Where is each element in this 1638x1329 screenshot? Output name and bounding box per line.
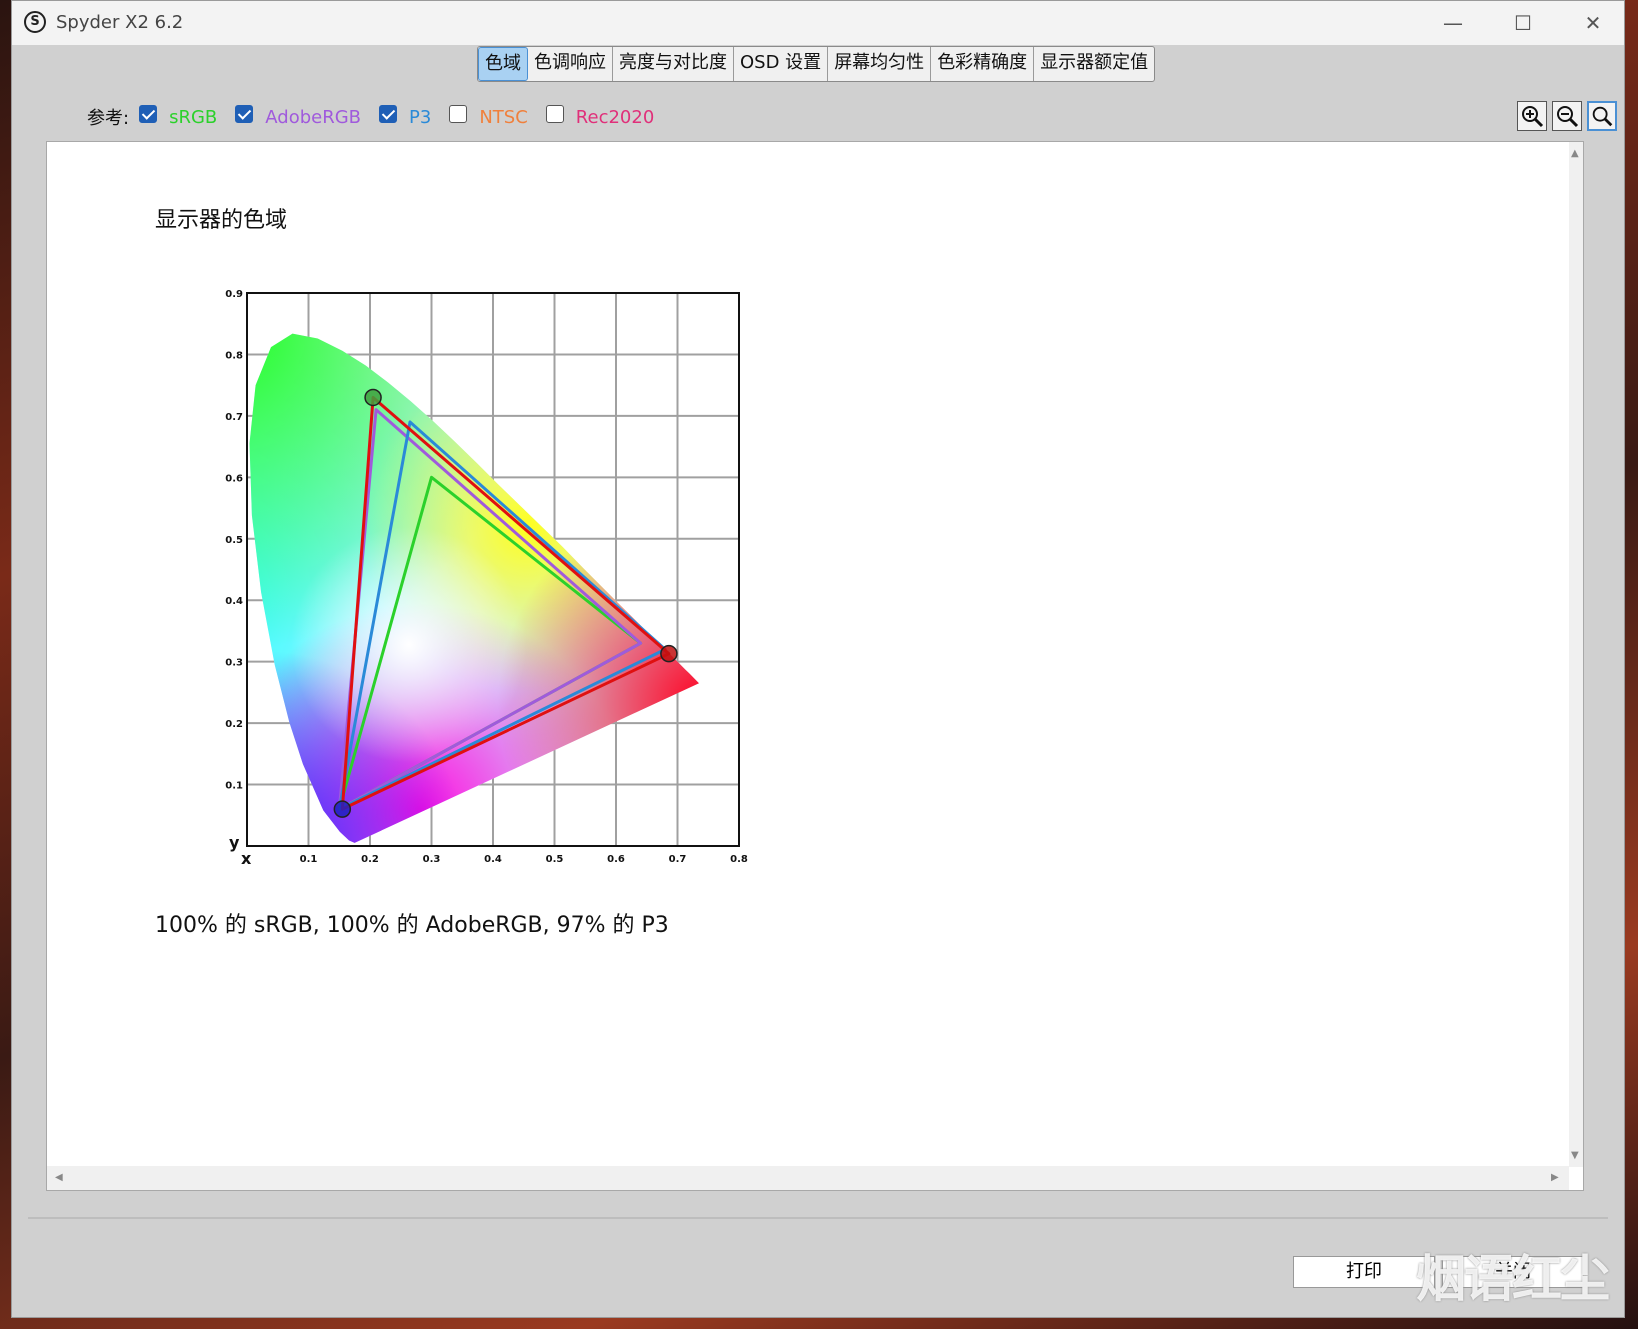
app-window: S Spyder X2 6.2 — ☐ ✕ 色域 色调响应 亮度与对比度 OSD… (11, 0, 1625, 1318)
content-pane: 显示器的色域 0.1 0.2 0.3 0.4 0.5 0.6 0.7 0.8 0… (46, 141, 1584, 1191)
window-title: Spyder X2 6.2 (56, 12, 184, 33)
x-tick-label: 0.6 (607, 854, 625, 865)
watermark-text: 烟语红尘 (1416, 1250, 1610, 1308)
scroll-down-icon[interactable]: ▼ (1571, 1150, 1579, 1161)
rec2020-checkbox[interactable] (545, 105, 564, 123)
app-logo-icon: S (24, 11, 46, 33)
tab-screen-uniformity[interactable]: 屏幕均匀性 (828, 47, 932, 81)
y-tick-label: 0.8 (225, 350, 243, 361)
ref-srgb[interactable]: sRGB (139, 105, 218, 128)
zoom-in-icon (1522, 106, 1544, 128)
ref-adobergb[interactable]: AdobeRGB (235, 105, 362, 128)
p3-checkbox[interactable] (379, 105, 398, 123)
tab-bar: 色域 色调响应 亮度与对比度 OSD 设置 屏幕均匀性 色彩精确度 显示器额定值 (477, 46, 1156, 82)
ref-rec2020[interactable]: Rec2020 (545, 105, 655, 128)
zoom-out-icon (1557, 106, 1579, 128)
scroll-right-icon[interactable]: ▶ (1551, 1172, 1559, 1183)
x-tick-label: 0.4 (484, 854, 502, 865)
y-tick-label: 0.6 (225, 473, 243, 484)
maximize-button[interactable]: ☐ (1500, 7, 1546, 39)
minimize-button[interactable]: — (1430, 7, 1476, 39)
zoom-in-button[interactable] (1517, 101, 1547, 131)
content-title: 显示器的色域 (155, 208, 288, 233)
y-tick-label: 0.7 (225, 412, 243, 423)
x-axis-label: x (241, 849, 252, 868)
primary-marker (660, 644, 678, 663)
y-tick-label: 0.5 (225, 535, 243, 546)
gamut-chart: 0.1 0.2 0.3 0.4 0.5 0.6 0.7 0.8 0.1 0.2 0.3 0.4 0.5 0… (225, 289, 748, 868)
horizontal-scrollbar[interactable]: ◀ ▶ (47, 1166, 1569, 1190)
ntsc-checkbox[interactable] (449, 105, 468, 123)
y-tick-label: 0.1 (225, 781, 243, 792)
x-tick-label: 0.1 (300, 854, 318, 865)
coverage-text: 100% 的 sRGB, 100% 的 AdobeRGB, 97% 的 P3 (155, 913, 669, 938)
ref-p3[interactable]: P3 (379, 105, 432, 128)
ntsc-label: NTSC (479, 106, 528, 128)
rec2020-label: Rec2020 (575, 106, 655, 128)
tab-display-rating[interactable]: 显示器额定值 (1034, 47, 1154, 81)
panel-divider (28, 1217, 1608, 1219)
tab-gamut[interactable]: 色域 (478, 47, 528, 81)
zoom-toolbar (1512, 101, 1617, 131)
p3-label: P3 (409, 106, 432, 128)
x-tick-label: 0.7 (669, 854, 687, 865)
reference-row: 参考: sRGB AdobeRGB P3 NTSC Rec2020 (87, 103, 672, 131)
y-tick-label: 0.9 (225, 289, 243, 300)
x-tick-label: 0.5 (546, 854, 564, 865)
tab-tone-response[interactable]: 色调响应 (528, 47, 613, 81)
scroll-up-icon[interactable]: ▲ (1571, 148, 1579, 159)
y-tick-label: 0.2 (225, 719, 243, 730)
y-tick-label: 0.3 (225, 658, 243, 669)
adobergb-label: AdobeRGB (265, 106, 362, 128)
x-tick-label: 0.3 (423, 854, 441, 865)
zoom-fit-icon (1592, 106, 1613, 127)
tab-color-accuracy[interactable]: 色彩精确度 (931, 47, 1035, 81)
x-tick-label: 0.2 (361, 854, 379, 865)
primary-marker (333, 800, 352, 818)
y-tick-label: 0.4 (225, 596, 243, 607)
zoom-out-button[interactable] (1552, 101, 1582, 131)
adobergb-checkbox[interactable] (235, 105, 254, 123)
x-tick-label: 0.8 (730, 854, 748, 865)
primary-marker (364, 388, 382, 407)
tab-osd-settings[interactable]: OSD 设置 (734, 47, 829, 81)
title-bar: S Spyder X2 6.2 — ☐ ✕ (12, 1, 1624, 45)
close-window-button[interactable]: ✕ (1570, 7, 1616, 39)
reference-label: 参考: (87, 108, 130, 129)
srgb-checkbox[interactable] (139, 105, 158, 123)
scroll-left-icon[interactable]: ◀ (55, 1172, 63, 1183)
tab-brightness-contrast[interactable]: 亮度与对比度 (613, 47, 734, 81)
ref-ntsc[interactable]: NTSC (449, 105, 528, 128)
spectral-locus-fill (249, 333, 699, 843)
print-button[interactable]: 打印 (1293, 1256, 1435, 1288)
vertical-scrollbar[interactable]: ▲ ▼ (1569, 142, 1583, 1167)
y-axis-label: y (229, 833, 240, 852)
srgb-label: sRGB (169, 106, 218, 128)
zoom-fit-button[interactable] (1587, 101, 1617, 131)
